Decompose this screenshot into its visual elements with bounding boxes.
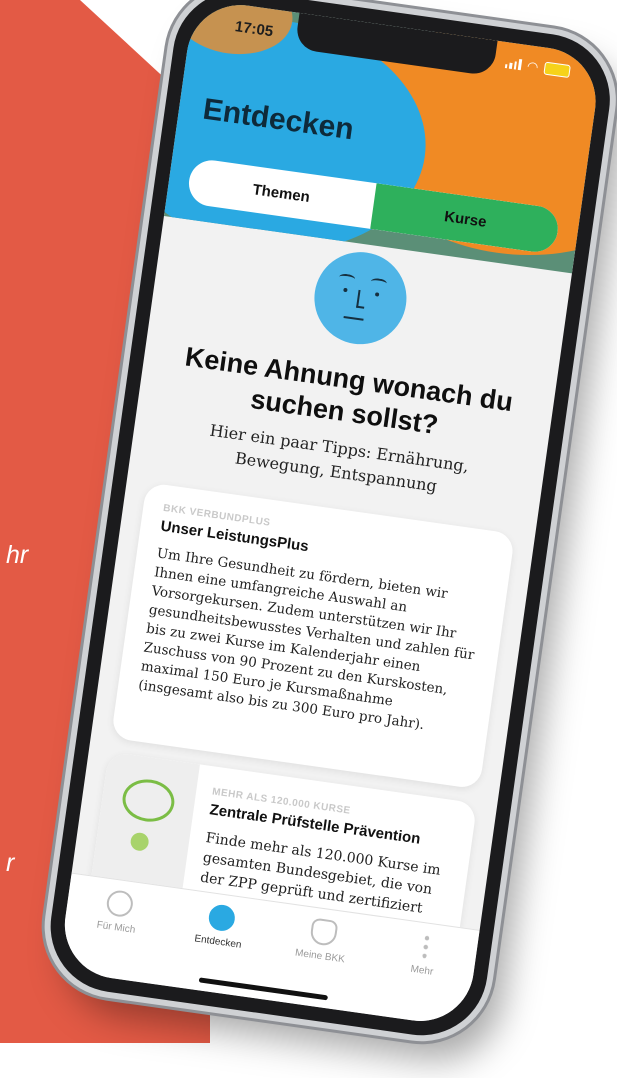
right-brow [370,277,388,288]
tabbar-item-fuer-mich[interactable]: Für Mich [76,885,161,939]
wifi-icon: ◠ [526,58,540,75]
nose [356,289,367,309]
home-indicator [198,977,329,1001]
tabbar-label: Mehr [409,963,434,978]
tabbar-item-mehr[interactable]: Mehr [382,928,467,982]
card-body: Um Ihre Gesundheit zu fördern, bieten wi… [137,545,476,734]
tabbar-label: Meine BKK [294,947,346,966]
face-illustration-icon [308,246,413,351]
zpp-person-icon [129,831,150,852]
content-area: Keine Ahnung wonach du suchen sollst? Hi… [70,214,572,952]
shield-icon [308,917,339,947]
zpp-logo-icon [119,776,178,825]
tabbar-item-entdecken[interactable]: Entdecken [178,899,263,953]
left-brow [338,273,356,284]
left-eye [343,287,348,293]
tabbar-label: Entdecken [193,933,243,951]
signal-icon [504,57,522,71]
tabbar-item-meine-bkk[interactable]: Meine BKK [280,914,365,968]
compass-icon [206,903,237,933]
leistungsplus-card[interactable]: BKK VERBUNDPLUS Unser LeistungsPlus Um I… [110,482,516,790]
side-text-line1: hr [6,541,29,569]
person-icon [104,888,135,919]
more-icon [420,933,431,960]
mouth [343,316,364,321]
side-text-fragment: hr r [6,540,28,878]
side-text-line2: r [6,849,15,877]
right-eye [374,292,380,297]
tabbar-label: Für Mich [95,919,136,936]
